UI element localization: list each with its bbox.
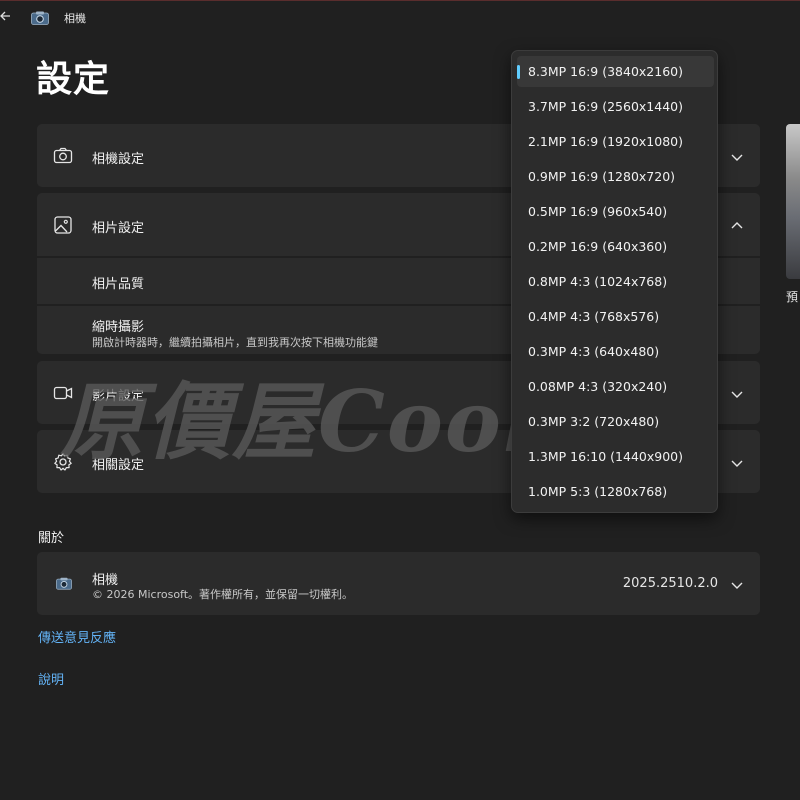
dropdown-option[interactable]: 0.5MP 16:9 (960x540) (517, 196, 714, 227)
video-settings-label: 影片設定 (92, 389, 145, 404)
gear-icon (53, 452, 73, 472)
dropdown-option[interactable]: 2.1MP 16:9 (1920x1080) (517, 126, 714, 157)
chevron-down-icon[interactable] (730, 386, 744, 400)
camera-icon (53, 146, 73, 166)
feedback-link[interactable]: 傳送意見反應 (38, 627, 116, 646)
photo-quality-dropdown[interactable]: 8.3MP 16:9 (3840x2160) 3.7MP 16:9 (2560x… (511, 50, 718, 513)
photo-settings-label: 相片設定 (92, 221, 145, 236)
timelapse-label: 縮時攝影 (92, 320, 145, 335)
camera-settings-label: 相機設定 (92, 152, 145, 167)
help-link[interactable]: 說明 (38, 669, 64, 688)
app-title: 相機 (64, 12, 86, 25)
dropdown-option[interactable]: 0.4MP 4:3 (768x576) (517, 301, 714, 332)
preview-thumbnail[interactable] (786, 124, 800, 279)
page-title: 設定 (36, 59, 111, 100)
camera-app-icon (31, 10, 49, 25)
chevron-down-icon[interactable] (730, 149, 744, 163)
dropdown-option[interactable]: 0.9MP 16:9 (1280x720) (517, 161, 714, 192)
dropdown-option[interactable]: 3.7MP 16:9 (2560x1440) (517, 91, 714, 122)
about-heading: 關於 (38, 531, 65, 546)
dropdown-option[interactable]: 1.0MP 5:3 (1280x768) (517, 476, 714, 507)
video-camera-icon (53, 383, 73, 403)
related-settings-label: 相關設定 (92, 458, 145, 473)
photo-quality-label: 相片品質 (92, 277, 145, 292)
photo-icon (53, 215, 73, 235)
dropdown-option[interactable]: 0.2MP 16:9 (640x360) (517, 231, 714, 262)
camera-app-icon (56, 575, 72, 590)
dropdown-option[interactable]: 1.3MP 16:10 (1440x900) (517, 441, 714, 472)
chevron-down-icon[interactable] (730, 455, 744, 469)
dropdown-option[interactable]: 0.3MP 4:3 (640x480) (517, 336, 714, 367)
about-version: 2025.2510.2.0 (622, 576, 718, 591)
chevron-up-icon[interactable] (730, 218, 744, 232)
dropdown-option[interactable]: 0.8MP 4:3 (1024x768) (517, 266, 714, 297)
back-arrow-icon (0, 11, 10, 21)
about-copyright: © 2026 Microsoft。著作權所有，並保留一切權利。 (92, 588, 354, 601)
title-bar: 相機 (0, 0, 800, 32)
chevron-down-icon[interactable] (730, 577, 744, 591)
preview-label: 預 (786, 290, 799, 304)
dropdown-option[interactable]: 0.3MP 3:2 (720x480) (517, 406, 714, 437)
dropdown-option[interactable]: 0.08MP 4:3 (320x240) (517, 371, 714, 402)
back-button[interactable] (0, 8, 14, 26)
timelapse-description: 開啟計時器時，繼續拍攝相片，直到我再次按下相機功能鍵 (92, 336, 378, 349)
dropdown-option[interactable]: 8.3MP 16:9 (3840x2160) (517, 56, 714, 87)
